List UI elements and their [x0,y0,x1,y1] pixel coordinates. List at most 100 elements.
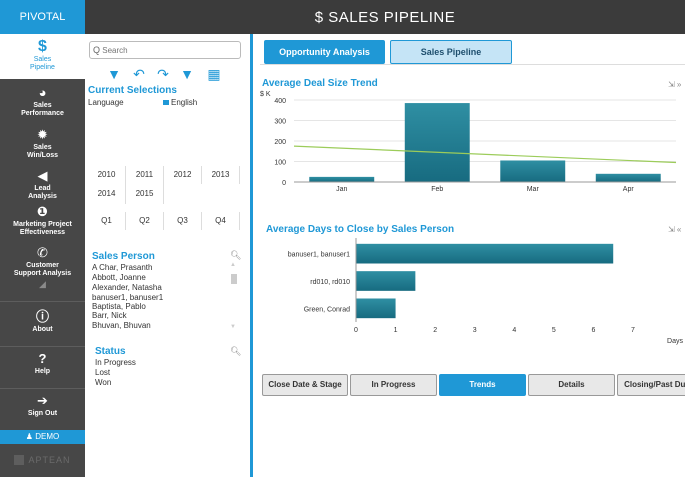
tab-details[interactable]: Details [528,374,615,396]
sidebar-item-about[interactable]: ⓘ About [0,310,85,346]
search-box[interactable]: Q [89,41,241,59]
sidebar-item-customer-support[interactable]: ✆ Customer Support Analysis [0,246,85,282]
collapse-icon[interactable]: ◢ [0,280,85,294]
x-tick-label: 3 [473,327,477,334]
quarter-q2[interactable]: Q2 [126,216,163,230]
y-tick-label: 400 [274,98,286,105]
list-item[interactable]: Won [95,378,111,387]
sidebar-item-label: Sales Pipeline [30,56,55,71]
year-2012[interactable]: 2012 [164,166,201,184]
year-2015[interactable]: 2015 [126,185,163,203]
list-item[interactable]: banuser1, banuser1 [92,293,163,302]
scroll-down-icon[interactable]: ▼ [230,324,236,330]
search-icon[interactable]: 🔍︎ [230,346,241,357]
tab-underline [260,64,685,65]
phone-icon: ✆ [37,245,48,260]
demo-badge: ♟ DEMO [0,430,85,444]
status-title: Status [95,346,126,357]
list-item[interactable]: In Progress [95,358,136,367]
bar [356,243,614,264]
sidebar-item-sales-performance[interactable]: ◕ Sales Performance [0,86,85,122]
tab-in-progress[interactable]: In Progress [350,374,437,396]
deal-size-chart: $ K 0 100 200 300 400 Jan Feb Mar Apr [260,91,677,193]
x-tick-label: Apr [623,186,635,193]
sidebar-item-lead-analysis[interactable]: ◀ Lead Analysis [0,169,85,205]
bar [500,160,566,182]
search-icon: Q [93,45,101,55]
redo-icon[interactable]: ↷ [155,67,171,81]
bar [595,173,661,182]
x-tick-label: 2 [433,327,437,334]
megaphone-icon: ◀ [37,168,48,183]
divider [163,166,164,204]
y-tick-label: 200 [274,139,286,146]
sales-person-title: Sales Person [92,251,155,262]
divider [201,212,202,230]
language-value[interactable]: English [163,98,197,107]
sign-out-icon: ➔ [37,393,48,408]
filter-icon[interactable]: ▼ [179,67,195,81]
sidebar-item-sales-pipeline[interactable]: $ Sales Pipeline [0,34,85,79]
tab-closing-past-due[interactable]: Closing/Past Due [617,374,685,396]
x-axis-unit: Days [667,338,683,345]
year-2013[interactable]: 2013 [202,166,239,184]
scrollbar[interactable]: ▲ ▼ [230,262,238,334]
y-axis-unit: $ K [260,91,271,98]
list-item[interactable]: A Char, Prasanth [92,263,152,272]
clear-filter-icon[interactable]: ▼ [106,67,122,81]
divider [125,212,126,230]
chart-title-days-to-close: Average Days to Close by Sales Person [266,224,455,235]
list-item[interactable]: Baptista, Pablo [92,302,146,311]
sidebar-item-label: Customer Support Analysis [13,262,72,277]
list-item[interactable]: Lost [95,368,110,377]
tab-close-date-stage[interactable]: Close Date & Stage [262,374,348,396]
bar [356,271,416,291]
trend-line [293,145,677,164]
sidebar-item-label: Lead Analysis [28,185,57,200]
sidebar-item-label: Sales Performance [21,102,64,117]
sidebar-divider [0,346,85,347]
x-tick-label: 7 [631,327,635,334]
x-tick-label: 1 [394,327,398,334]
footer-logo: APTEAN [0,450,85,470]
language-label: Language [88,98,124,107]
sidebar-item-help[interactable]: ? Help [0,352,85,388]
quarter-q1[interactable]: Q1 [88,216,125,230]
export-icon[interactable]: ⇲ « [668,225,681,234]
sidebar-item-sales-winloss[interactable]: ✹ Sales Win/Loss [0,128,85,164]
tab-sales-pipeline[interactable]: Sales Pipeline [390,40,512,64]
list-item[interactable]: Alexander, Natasha [92,283,162,292]
quarter-q4[interactable]: Q4 [202,216,239,230]
x-tick-label: Jan [336,186,347,193]
quarter-q3[interactable]: Q3 [164,216,201,230]
year-2014[interactable]: 2014 [88,185,125,203]
divider [239,212,240,230]
calendar-icon[interactable]: ▦ [206,67,222,81]
list-item[interactable]: Bhuvan, Bhuvan [92,321,151,330]
y-tick-label: rd010, rd010 [310,279,350,286]
tab-opportunity-analysis[interactable]: Opportunity Analysis [264,40,385,64]
year-2010[interactable]: 2010 [88,166,125,184]
days-to-close-chart: banuser1, banuser1 rd010, rd010 Green, Con… [288,238,683,345]
x-tick-label: 4 [512,327,516,334]
tab-trends[interactable]: Trends [439,374,526,396]
undo-icon[interactable]: ↶ [131,67,147,81]
sidebar: $ Sales Pipeline ◕ Sales Performance ✹ Sal… [0,34,85,477]
list-item[interactable]: Abbott, Joanne [92,273,146,282]
bar [309,176,375,182]
y-tick-label: banuser1, banuser1 [288,252,350,259]
list-item[interactable]: Barr, Nick [92,311,127,320]
scroll-up-icon[interactable]: ▲ [230,262,236,268]
sidebar-item-label: Help [34,368,51,375]
search-icon[interactable]: 🔍︎ [230,250,241,261]
bar [356,298,396,319]
x-tick-label: 5 [552,327,556,334]
sidebar-divider [0,301,85,302]
scroll-thumb[interactable] [231,274,237,284]
year-2011[interactable]: 2011 [126,166,163,184]
info-icon: ⓘ [35,309,49,324]
sidebar-item-sign-out[interactable]: ➔ Sign Out [0,394,85,430]
sidebar-item-marketing-project[interactable]: ❶ Marketing Project Effectiveness [0,205,85,241]
divider [163,212,164,230]
search-input[interactable] [102,46,223,55]
